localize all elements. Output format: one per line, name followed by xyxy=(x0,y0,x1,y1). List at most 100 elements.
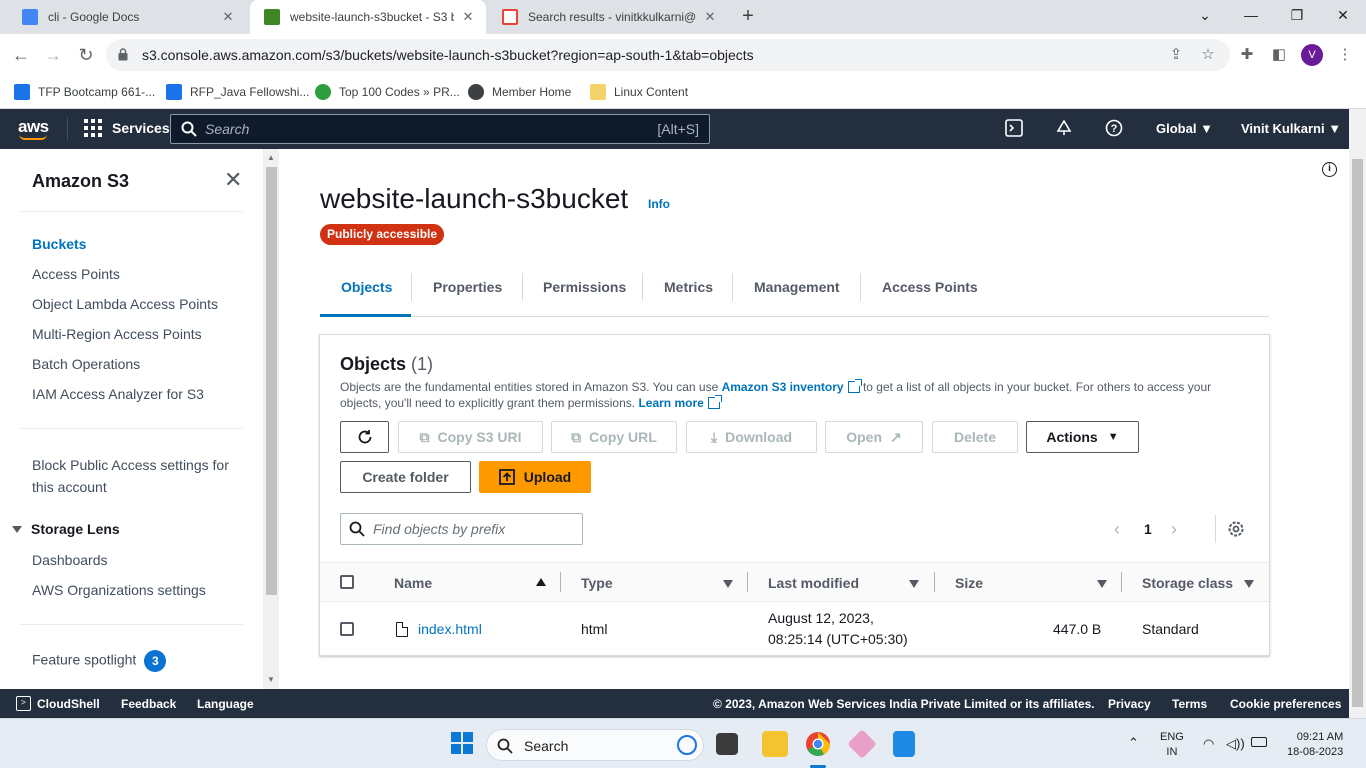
column-header-name[interactable]: Name xyxy=(394,575,432,591)
language-indicator[interactable]: ENG IN xyxy=(1160,731,1184,758)
find-objects-input[interactable]: Find objects by prefix xyxy=(340,513,583,545)
profile-avatar[interactable]: V xyxy=(1301,44,1323,66)
new-tab-button[interactable]: + xyxy=(736,5,760,29)
tab-properties[interactable]: Properties xyxy=(433,271,502,315)
close-tab-icon[interactable]: ✕ xyxy=(220,9,236,25)
sidebar-item-access-points[interactable]: Access Points xyxy=(32,266,120,282)
footer-feedback-link[interactable]: Feedback xyxy=(121,697,176,711)
scrollbar-thumb[interactable] xyxy=(266,167,277,595)
cloudshell-icon[interactable] xyxy=(1004,119,1024,139)
browser-tab-google-docs[interactable]: cli - Google Docs ✕ xyxy=(8,0,246,34)
table-settings-gear-icon[interactable] xyxy=(1227,520,1245,541)
side-panel-icon[interactable]: ◧ xyxy=(1268,44,1290,66)
scroll-up-arrow-icon[interactable]: ▲ xyxy=(267,153,275,162)
scrollbar-thumb[interactable] xyxy=(1352,159,1363,707)
browser-tab-s3[interactable]: website-launch-s3bucket - S3 bu ✕ xyxy=(250,0,486,34)
sort-icon[interactable] xyxy=(1244,580,1254,588)
minimize-button[interactable]: — xyxy=(1228,0,1274,34)
sidebar-item-iam-access-analyzer[interactable]: IAM Access Analyzer for S3 xyxy=(32,386,204,402)
info-panel-icon[interactable]: i xyxy=(1322,162,1337,177)
actions-dropdown-button[interactable]: Actions ▼ xyxy=(1026,421,1139,453)
more-menu-icon[interactable]: ⋮ xyxy=(1334,44,1356,66)
bookmark-member-home[interactable]: Member Home xyxy=(468,82,571,102)
close-window-button[interactable]: ✕ xyxy=(1320,0,1366,34)
delete-button[interactable]: Delete xyxy=(932,421,1018,453)
close-side-nav-icon[interactable]: ✕ xyxy=(224,169,242,191)
sort-icon[interactable] xyxy=(723,580,733,588)
previous-page-icon[interactable]: ‹ xyxy=(1114,520,1120,538)
volume-icon[interactable]: ◁)) xyxy=(1226,736,1245,752)
sidebar-item-buckets[interactable]: Buckets xyxy=(32,236,86,252)
upload-button[interactable]: Upload xyxy=(479,461,591,493)
notepad-icon[interactable] xyxy=(893,731,915,757)
tab-metrics[interactable]: Metrics xyxy=(664,271,713,315)
close-tab-icon[interactable]: ✕ xyxy=(460,9,476,25)
pinned-app-icon[interactable] xyxy=(847,729,877,759)
forward-arrow-icon[interactable]: → xyxy=(40,42,66,68)
footer-cloudshell-link[interactable]: CloudShell xyxy=(37,697,100,711)
copy-url-button[interactable]: ⧉ Copy URL xyxy=(551,421,677,453)
column-header-storage-class[interactable]: Storage class xyxy=(1142,575,1233,591)
next-page-icon[interactable]: › xyxy=(1171,520,1177,538)
battery-icon[interactable] xyxy=(1251,737,1267,747)
tab-access-points[interactable]: Access Points xyxy=(882,271,978,315)
scroll-down-arrow-icon[interactable]: ▼ xyxy=(267,675,275,684)
file-explorer-icon[interactable] xyxy=(762,731,788,757)
sort-ascending-icon[interactable] xyxy=(536,578,546,586)
help-icon[interactable]: ? xyxy=(1104,119,1124,139)
storage-lens-section-toggle[interactable]: Storage Lens xyxy=(12,521,120,537)
footer-privacy-link[interactable]: Privacy xyxy=(1108,697,1151,711)
download-button[interactable]: ⤓ Download xyxy=(686,421,817,453)
copy-s3-uri-button[interactable]: ⧉ Copy S3 URI xyxy=(398,421,543,453)
sidebar-item-batch-operations[interactable]: Batch Operations xyxy=(32,356,140,372)
account-menu[interactable]: Vinit Kulkarni ▼ xyxy=(1241,121,1341,136)
sort-icon[interactable] xyxy=(1097,580,1107,588)
current-page-number[interactable]: 1 xyxy=(1144,521,1152,537)
tab-management[interactable]: Management xyxy=(754,271,840,315)
sidebar-item-aws-organizations[interactable]: AWS Organizations settings xyxy=(32,582,206,598)
show-hidden-icons-chevron-icon[interactable]: ⌃ xyxy=(1128,735,1139,751)
page-scrollbar[interactable] xyxy=(1349,109,1366,718)
refresh-button[interactable] xyxy=(340,421,389,453)
side-nav-scrollbar[interactable]: ▲ ▼ xyxy=(264,149,279,689)
column-header-type[interactable]: Type xyxy=(581,575,613,591)
column-header-last-modified[interactable]: Last modified xyxy=(768,575,859,591)
sidebar-item-multi-region[interactable]: Multi-Region Access Points xyxy=(32,326,202,342)
browser-tab-gmail[interactable]: Search results - vinitkkulkarni@g ✕ xyxy=(488,0,728,34)
notifications-bell-icon[interactable] xyxy=(1054,119,1074,139)
footer-language-link[interactable]: Language xyxy=(197,697,254,711)
back-arrow-icon[interactable]: ← xyxy=(8,42,34,68)
reload-icon[interactable]: ↻ xyxy=(73,42,99,68)
restore-button[interactable]: ❐ xyxy=(1274,0,1320,34)
sort-icon[interactable] xyxy=(909,580,919,588)
tab-objects[interactable]: Objects xyxy=(320,271,411,317)
s3-inventory-link[interactable]: Amazon S3 inventory xyxy=(722,380,844,394)
extensions-puzzle-icon[interactable]: ✚ xyxy=(1236,44,1258,66)
services-menu-button[interactable]: Services xyxy=(84,119,170,137)
chrome-icon[interactable] xyxy=(805,731,831,757)
taskbar-search-input[interactable]: Search xyxy=(486,729,704,761)
task-view-icon[interactable] xyxy=(716,733,738,755)
learn-more-link[interactable]: Learn more xyxy=(638,396,703,410)
tab-permissions[interactable]: Permissions xyxy=(543,271,626,315)
info-link[interactable]: Info xyxy=(648,197,670,211)
sidebar-item-dashboards[interactable]: Dashboards xyxy=(32,552,108,568)
footer-terms-link[interactable]: Terms xyxy=(1172,697,1207,711)
open-button[interactable]: Open ↗ xyxy=(825,421,923,453)
close-tab-icon[interactable]: ✕ xyxy=(702,9,718,25)
aws-search-input[interactable]: Search [Alt+S] xyxy=(170,114,710,144)
system-clock[interactable]: 09:21 AM 18-08-2023 xyxy=(1287,731,1343,758)
region-selector[interactable]: Global ▼ xyxy=(1156,121,1213,136)
column-header-size[interactable]: Size xyxy=(955,575,983,591)
bookmark-star-icon[interactable]: ☆ xyxy=(1197,44,1219,66)
sidebar-item-block-public-access[interactable]: Block Public Access settings for this ac… xyxy=(32,457,229,495)
wifi-icon[interactable]: ◠ xyxy=(1203,736,1214,752)
create-folder-button[interactable]: Create folder xyxy=(340,461,471,493)
tab-search-chevron-icon[interactable]: ⌄ xyxy=(1182,0,1228,34)
bookmark-linux-content[interactable]: Linux Content xyxy=(590,82,688,102)
windows-start-icon[interactable] xyxy=(450,731,476,757)
address-bar[interactable]: s3.console.aws.amazon.com/s3/buckets/web… xyxy=(106,39,1230,71)
object-name-link[interactable]: index.html xyxy=(418,621,482,637)
select-all-checkbox[interactable] xyxy=(340,575,354,589)
bookmark-tfp-bootcamp[interactable]: TFP Bootcamp 661-... xyxy=(14,82,155,102)
